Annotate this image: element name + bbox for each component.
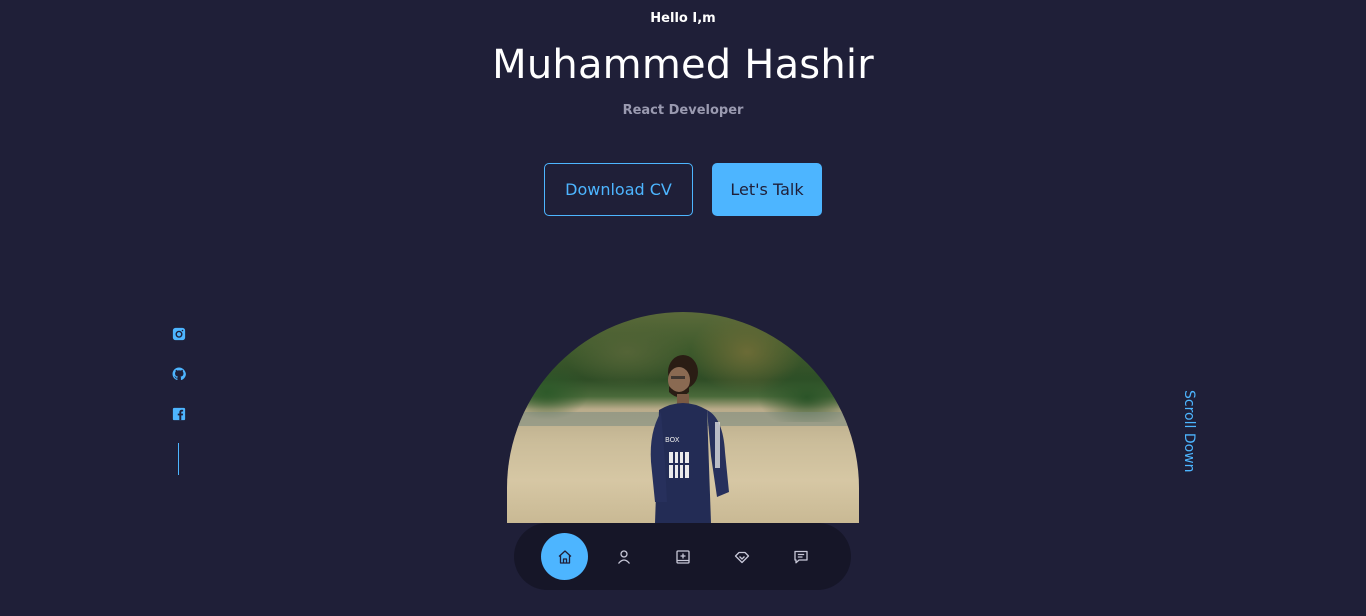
svg-text:BOX: BOX (665, 436, 680, 444)
greeting-text: Hello I,m (650, 11, 716, 26)
page-title: Muhammed Hashir (492, 42, 874, 88)
message-icon (793, 550, 808, 563)
lets-talk-button[interactable]: Let's Talk (712, 163, 822, 216)
nav-home[interactable] (541, 533, 588, 580)
person-figure: BOX (650, 355, 729, 523)
home-icon (558, 549, 571, 564)
nav-about[interactable] (600, 533, 647, 580)
nav-experience[interactable] (659, 533, 706, 580)
social-divider (178, 443, 179, 475)
book-icon (675, 549, 690, 564)
instagram-icon[interactable] (171, 326, 187, 342)
nav-contact[interactable] (777, 533, 824, 580)
github-icon[interactable] (171, 366, 187, 382)
social-links (171, 326, 187, 422)
profile-photo: BOX (507, 312, 859, 523)
portfolio-page: Hello I,m Muhammed Hashir React Develope… (0, 0, 1366, 616)
services-icon (734, 551, 749, 563)
role-subtitle: React Developer (622, 103, 744, 118)
bottom-nav (514, 523, 851, 590)
download-cv-button[interactable]: Download CV (544, 163, 693, 216)
facebook-icon[interactable] (171, 406, 187, 422)
nav-services[interactable] (718, 533, 765, 580)
scroll-down-link[interactable]: Scroll Down (1181, 390, 1197, 473)
user-icon (617, 549, 630, 564)
